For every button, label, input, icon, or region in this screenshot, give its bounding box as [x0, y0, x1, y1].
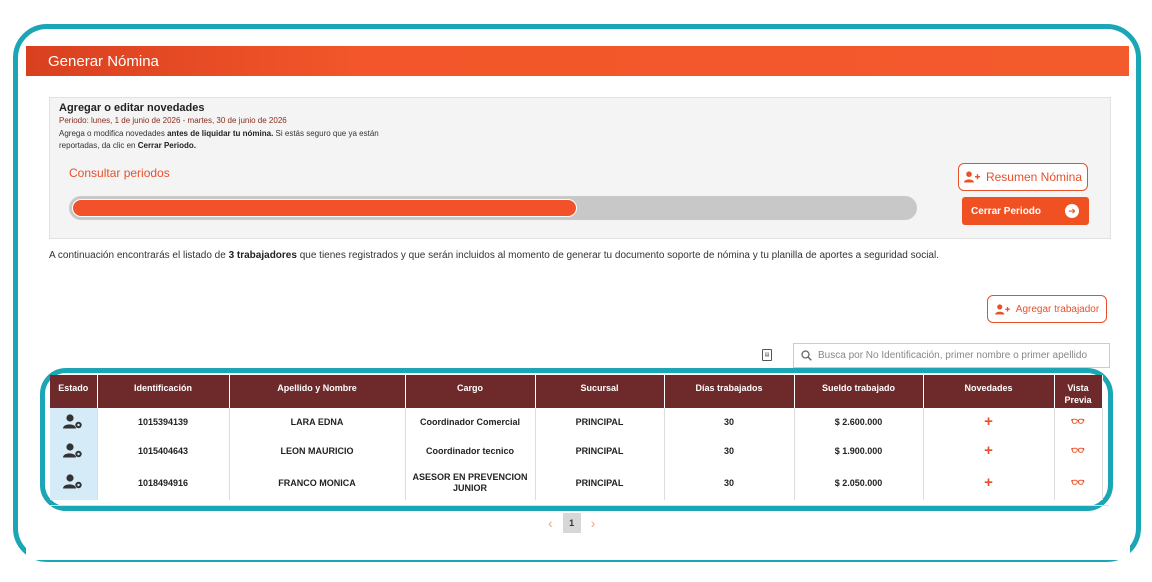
page-title: Generar Nómina	[48, 53, 159, 70]
cell-dias: 30	[664, 408, 795, 437]
glasses-icon: 👓︎	[1071, 416, 1085, 428]
page-number-current[interactable]: 1	[562, 513, 581, 533]
cell-sueldo: $ 2.600.000	[794, 408, 924, 437]
workers-table: Estado Identificación Apellido y Nombre …	[50, 375, 1103, 500]
search-input[interactable]	[818, 350, 1108, 361]
user-settings-icon	[63, 474, 82, 489]
col-header-vista-previa: Vista Previa	[1054, 375, 1103, 408]
cell-nombre: LARA EDNA	[229, 408, 406, 437]
user-settings-icon	[63, 442, 82, 457]
period-progress-fill	[72, 199, 577, 217]
arrow-right-icon: ➜	[1065, 204, 1079, 218]
period-progress-bar	[69, 196, 917, 220]
cell-dias: 30	[664, 437, 795, 466]
cell-dias: 30	[664, 466, 795, 500]
cell-identificacion: 1018494916	[97, 466, 230, 500]
worker-status-cell[interactable]	[50, 437, 98, 466]
agregar-trabajador-button[interactable]: Agregar trabajador	[987, 295, 1107, 323]
cell-cargo: ASESOR EN PREVENCION JUNIOR	[405, 466, 536, 500]
plus-icon: +	[984, 442, 993, 459]
cell-cargo: Coordinador Comercial	[405, 408, 536, 437]
pagination: ‹ 1 ›	[548, 513, 595, 533]
cell-identificacion: 1015394139	[97, 408, 230, 437]
col-header-identificacion: Identificación	[97, 375, 230, 408]
col-header-cargo: Cargo	[405, 375, 536, 408]
table-row: 1015394139 LARA EDNA Coordinador Comerci…	[50, 408, 1103, 437]
cell-sucursal: PRINCIPAL	[535, 408, 665, 437]
chevron-left-icon[interactable]: ‹	[548, 515, 553, 531]
cell-sueldo: $ 2.050.000	[794, 466, 924, 500]
cell-cargo: Coordinador tecnico	[405, 437, 536, 466]
search-field[interactable]	[793, 343, 1110, 368]
preview-button[interactable]: 👓︎	[1054, 437, 1103, 466]
table-divider	[49, 505, 1109, 506]
cell-nombre: LEON MAURICIO	[229, 437, 406, 466]
novedades-section: Agregar o editar novedades Periodo: lune…	[49, 97, 1111, 239]
cerrar-periodo-button[interactable]: Cerrar Periodo ➜	[962, 197, 1089, 225]
add-novedad-button[interactable]: +	[923, 437, 1055, 466]
plus-icon: +	[984, 473, 993, 491]
resumen-nomina-button[interactable]: Resumen Nómina	[958, 163, 1088, 191]
col-header-sueldo: Sueldo trabajado	[794, 375, 924, 408]
agregar-trabajador-label: Agregar trabajador	[1015, 303, 1100, 315]
add-user-icon	[994, 303, 1010, 315]
plus-icon: +	[984, 413, 993, 430]
cell-nombre: FRANCO MONICA	[229, 466, 406, 500]
col-header-dias: Días trabajados	[664, 375, 795, 408]
cerrar-periodo-label: Cerrar Periodo	[971, 205, 1042, 217]
glasses-icon: 👓︎	[1071, 445, 1085, 457]
search-icon	[801, 350, 812, 361]
export-file-icon[interactable]: ▤	[762, 349, 772, 361]
chevron-right-icon[interactable]: ›	[591, 515, 596, 531]
add-user-icon	[963, 171, 980, 183]
preview-button[interactable]: 👓︎	[1054, 408, 1103, 437]
glasses-icon: 👓︎	[1071, 476, 1085, 489]
col-header-nombre: Apellido y Nombre	[229, 375, 406, 408]
worker-status-cell[interactable]	[50, 408, 98, 437]
table-header-row: Estado Identificación Apellido y Nombre …	[50, 375, 1103, 408]
consultar-periodos-link[interactable]: Consultar periodos	[69, 166, 170, 180]
preview-button[interactable]: 👓︎	[1054, 466, 1103, 500]
period-range: Periodo: lunes, 1 de junio de 2026 - mar…	[59, 116, 287, 125]
cell-sucursal: PRINCIPAL	[535, 437, 665, 466]
add-novedad-button[interactable]: +	[923, 466, 1055, 500]
resumen-nomina-label: Resumen Nómina	[985, 170, 1083, 184]
page-header: Generar Nómina	[26, 46, 1129, 76]
add-novedad-button[interactable]: +	[923, 408, 1055, 437]
cell-identificacion: 1015404643	[97, 437, 230, 466]
col-header-sucursal: Sucursal	[535, 375, 665, 408]
table-row: 1015404643 LEON MAURICIO Coordinador tec…	[50, 437, 1103, 466]
workers-intro-text: A continuación encontrarás el listado de…	[49, 250, 939, 261]
worker-status-cell[interactable]	[50, 466, 98, 500]
table-row: 1018494916 FRANCO MONICA ASESOR EN PREVE…	[50, 466, 1103, 500]
novedades-title: Agregar o editar novedades	[59, 102, 205, 114]
cell-sucursal: PRINCIPAL	[535, 466, 665, 500]
col-header-estado: Estado	[50, 375, 98, 408]
user-settings-icon	[63, 413, 82, 428]
cell-sueldo: $ 1.900.000	[794, 437, 924, 466]
col-header-novedades: Novedades	[923, 375, 1055, 408]
novedades-description: Agrega o modifica novedades antes de liq…	[59, 129, 379, 150]
